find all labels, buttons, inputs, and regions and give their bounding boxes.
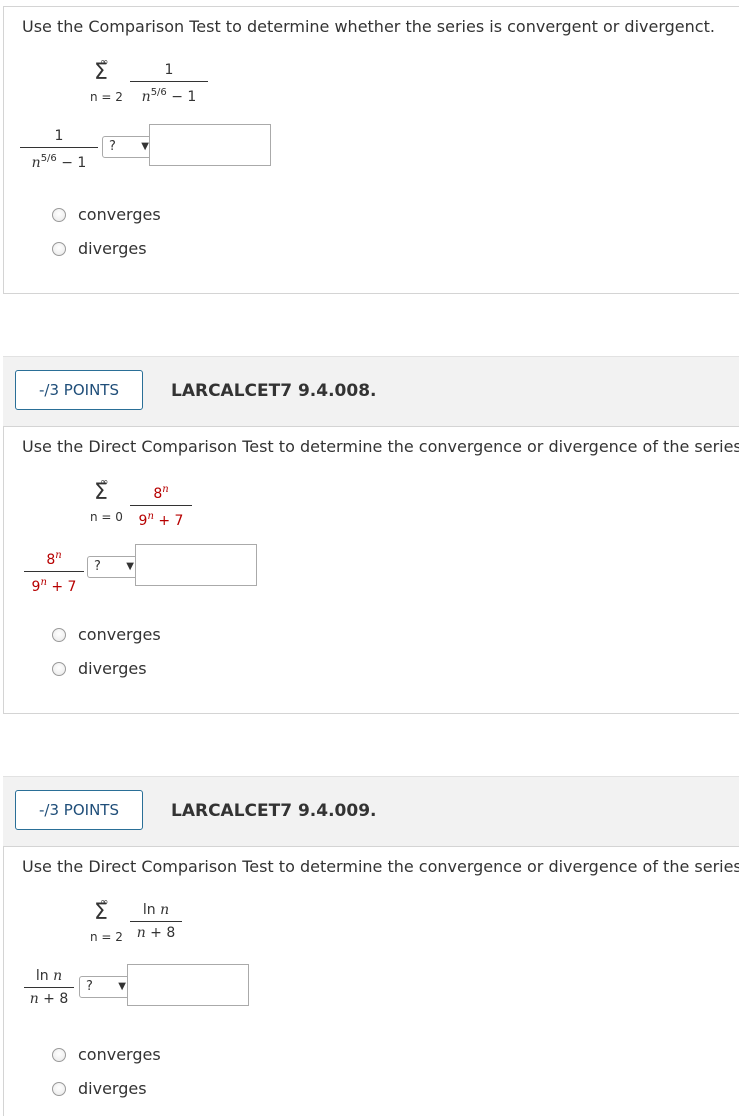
sum-lower-limit: n = 2 [90, 90, 123, 104]
term-numerator: 8n [130, 481, 192, 506]
select-value: ? [94, 559, 101, 574]
option-label: diverges [78, 239, 147, 258]
term-numerator: 1 [20, 127, 98, 148]
sigma-symbol: Σ [94, 480, 108, 505]
option-converges[interactable]: converges [52, 625, 161, 644]
option-label: converges [78, 625, 161, 644]
select-value: ? [109, 139, 116, 154]
comparison-select[interactable]: ? ▼ [102, 136, 156, 158]
sigma-symbol: Σ [94, 60, 108, 85]
option-converges[interactable]: converges [52, 205, 161, 224]
question-text: Use the Direct Comparison Test to determ… [22, 857, 739, 876]
radio-icon[interactable] [52, 1081, 66, 1096]
points-badge[interactable]: -/3 POINTS [15, 790, 143, 830]
option-diverges[interactable]: diverges [52, 659, 147, 678]
question-code: LARCALCET7 9.4.008. [171, 381, 377, 401]
sum-lower-limit: n = 0 [90, 510, 123, 524]
question-card-1: Use the Comparison Test to determine whe… [3, 6, 739, 294]
series-term: ln n n + 8 [130, 901, 182, 942]
comparison-select[interactable]: ? ▼ [79, 976, 133, 998]
chevron-down-icon: ▼ [118, 981, 126, 992]
select-value: ? [86, 979, 93, 994]
radio-icon[interactable] [52, 241, 66, 256]
question-header-3: -/3 POINTS LARCALCET7 9.4.009. [3, 776, 739, 846]
series-sum: ∞ Σ n = 2 [90, 897, 130, 947]
points-badge[interactable]: -/3 POINTS [15, 370, 143, 410]
sigma-symbol: Σ [94, 900, 108, 925]
term-numerator: 8n [24, 547, 84, 572]
term-numerator: ln n [130, 901, 182, 922]
term-numerator: 1 [130, 61, 208, 82]
chevron-down-icon: ▼ [126, 561, 134, 572]
radio-icon[interactable] [52, 1047, 66, 1062]
comparison-term: ln n n + 8 [24, 967, 74, 1008]
question-card-3: Use the Direct Comparison Test to determ… [3, 846, 739, 1116]
series-term: 8n 9n + 7 [130, 481, 192, 530]
option-label: diverges [78, 1079, 147, 1098]
term-denominator: 9n + 7 [138, 511, 184, 529]
option-converges[interactable]: converges [52, 1045, 161, 1064]
radio-icon[interactable] [52, 207, 66, 222]
option-label: converges [78, 205, 161, 224]
term-numerator: ln n [24, 967, 74, 988]
sum-lower-limit: n = 2 [90, 930, 123, 944]
term-denominator: n5/6 − 1 [141, 87, 197, 105]
term-denominator: n5/6 − 1 [31, 153, 87, 171]
radio-icon[interactable] [52, 627, 66, 642]
chevron-down-icon: ▼ [141, 141, 149, 152]
term-denominator: 9n + 7 [31, 577, 77, 595]
question-header-2: -/3 POINTS LARCALCET7 9.4.008. [3, 356, 739, 426]
question-text: Use the Comparison Test to determine whe… [22, 17, 715, 36]
answer-input[interactable] [149, 124, 271, 166]
option-diverges[interactable]: diverges [52, 239, 147, 258]
series-sum: ∞ Σ n = 0 [90, 477, 130, 527]
series-sum: ∞ Σ n = 2 [90, 57, 130, 107]
comparison-select[interactable]: ? ▼ [87, 556, 141, 578]
term-denominator: n + 8 [136, 925, 176, 941]
option-diverges[interactable]: diverges [52, 1079, 147, 1098]
answer-input[interactable] [135, 544, 257, 586]
comparison-term: 8n 9n + 7 [24, 547, 84, 596]
option-label: diverges [78, 659, 147, 678]
term-denominator: n + 8 [29, 991, 69, 1007]
question-card-2: Use the Direct Comparison Test to determ… [3, 426, 739, 714]
series-term: 1 n5/6 − 1 [130, 61, 208, 106]
option-label: converges [78, 1045, 161, 1064]
comparison-term: 1 n5/6 − 1 [20, 127, 98, 172]
radio-icon[interactable] [52, 661, 66, 676]
question-code: LARCALCET7 9.4.009. [171, 801, 377, 821]
question-text: Use the Direct Comparison Test to determ… [22, 437, 739, 456]
answer-input[interactable] [127, 964, 249, 1006]
